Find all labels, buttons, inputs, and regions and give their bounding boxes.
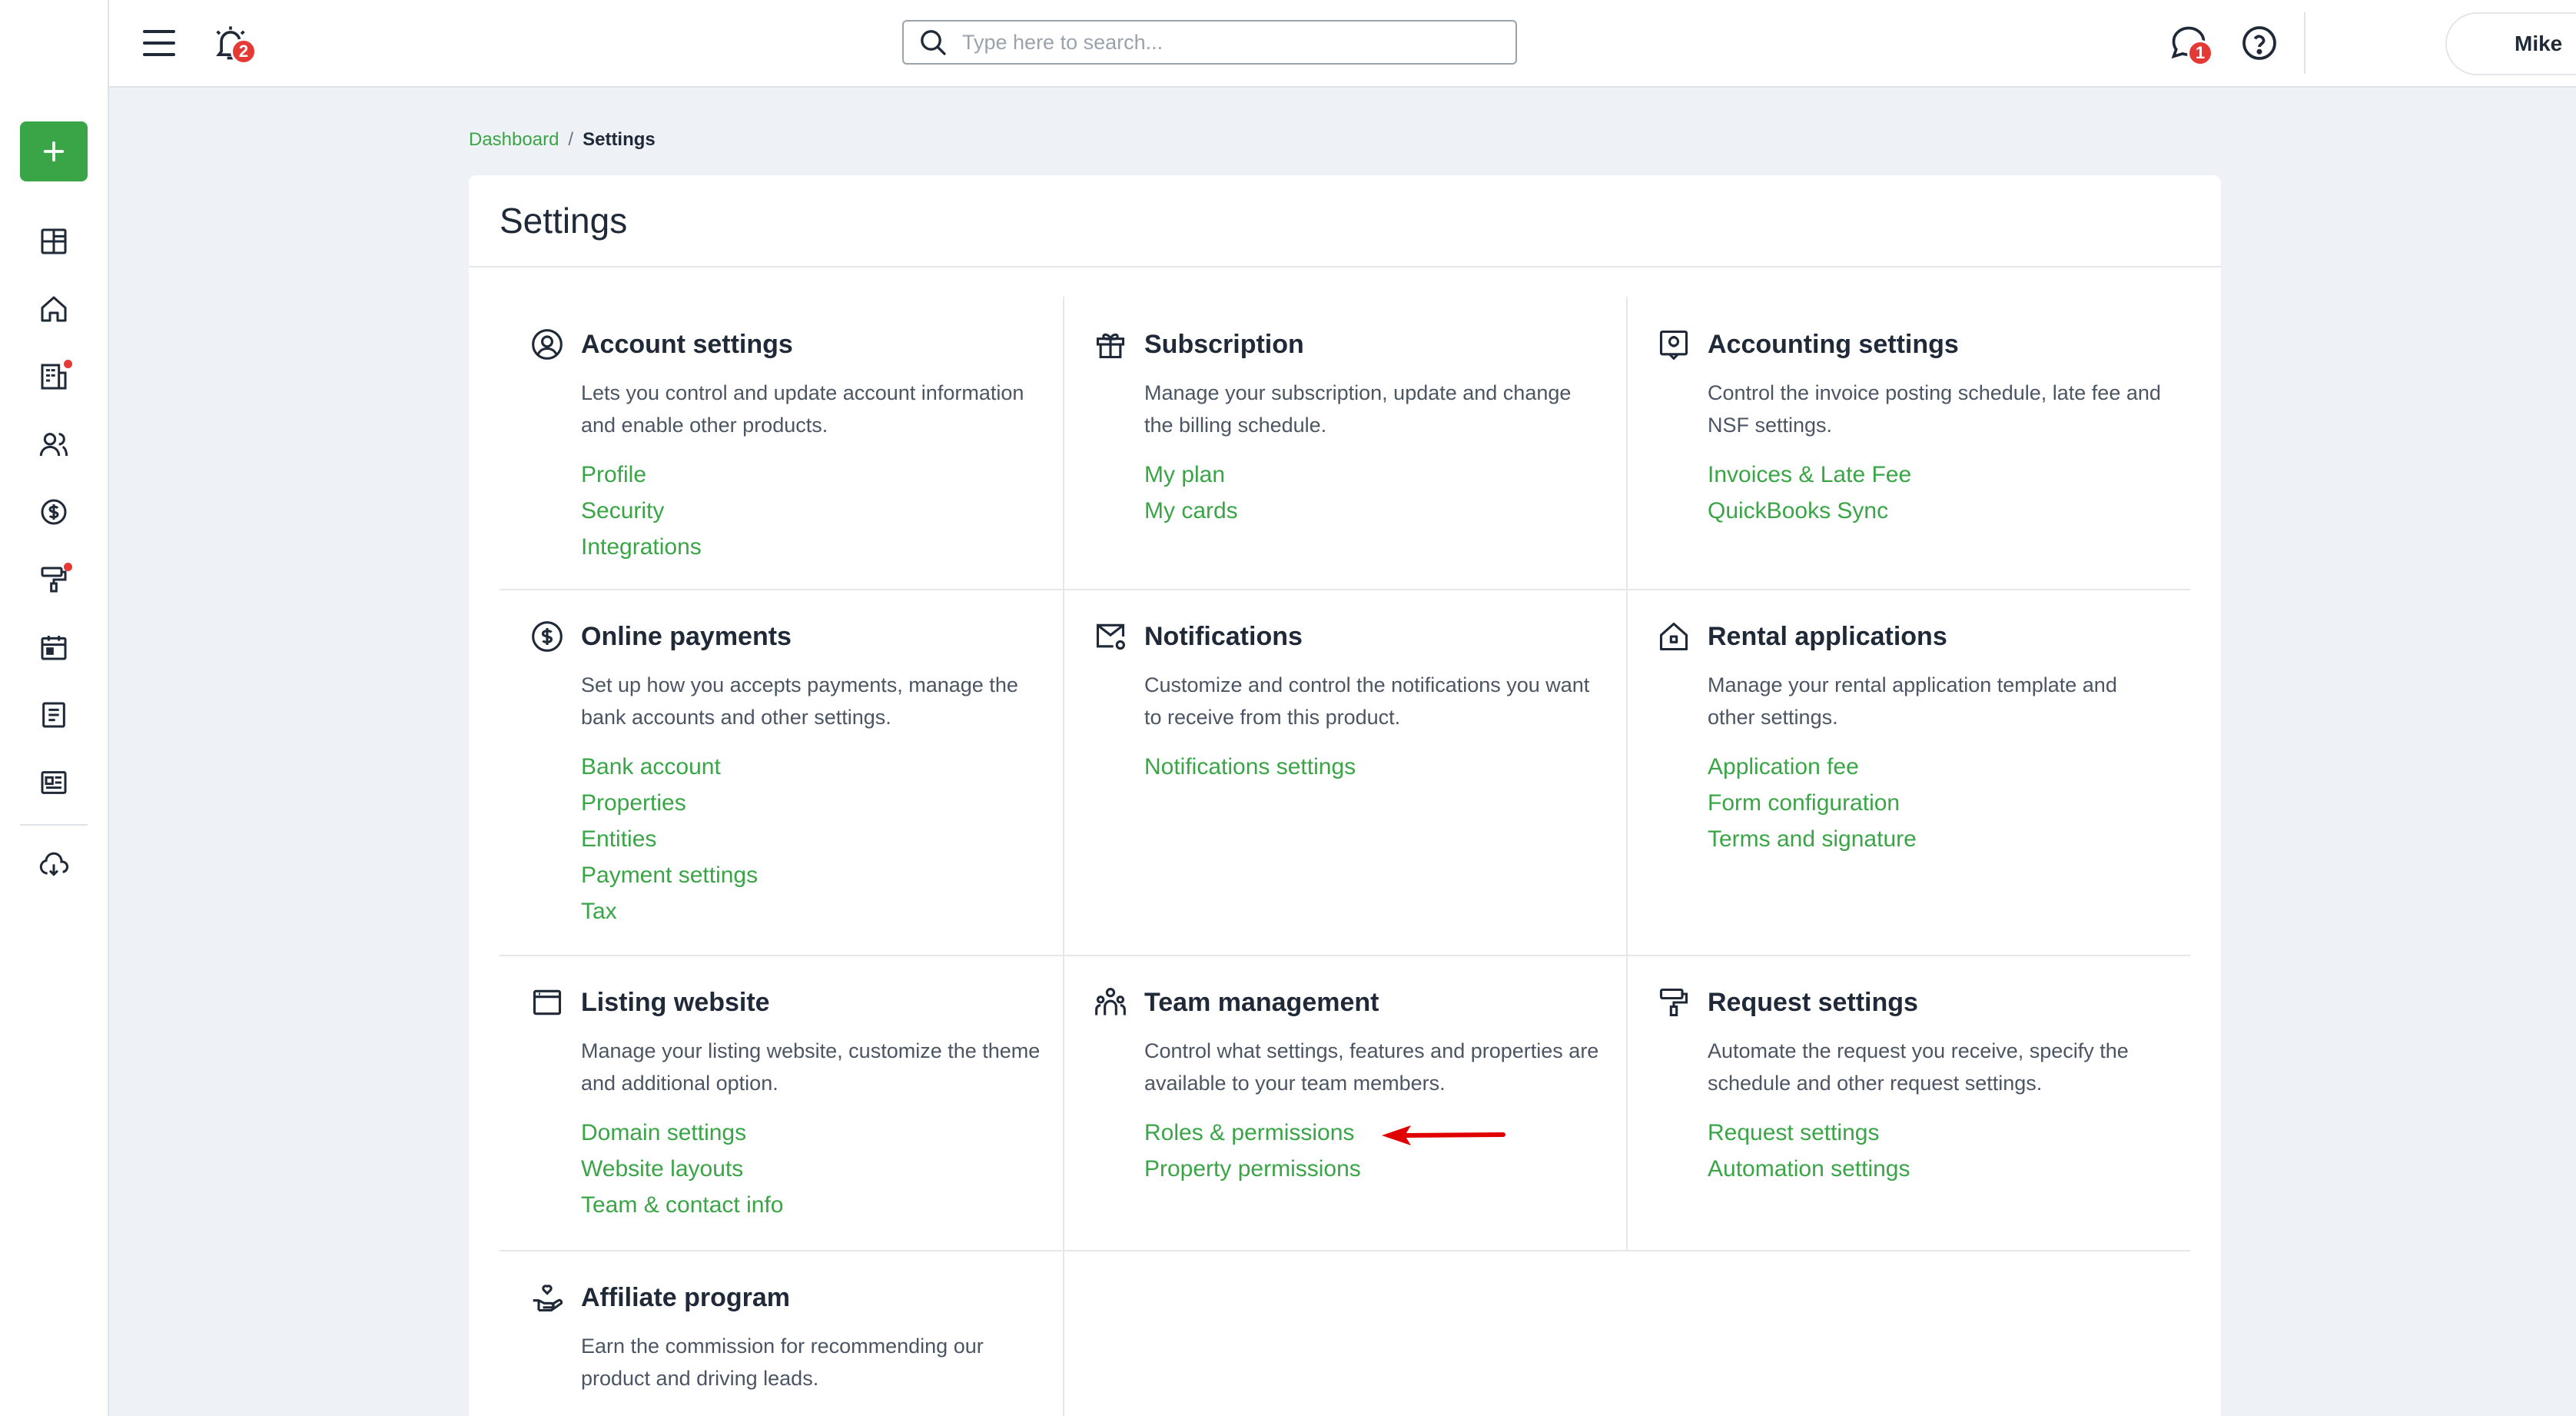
breadcrumb: Dashboard / Settings: [469, 129, 656, 151]
gift-icon: [1094, 327, 1127, 361]
notification-dot: [64, 360, 72, 368]
invoices-late-fee-link[interactable]: Invoices & Late Fee: [1708, 457, 2189, 493]
notifications-settings-link[interactable]: Notifications settings: [1144, 749, 1626, 785]
topbar-divider: [2304, 12, 2305, 74]
sidebar-paint-roller-icon[interactable]: [35, 561, 72, 598]
my-plan-link[interactable]: My plan: [1144, 457, 1626, 493]
dollar-circle-icon: [530, 620, 564, 653]
user-circle-icon: [530, 327, 564, 361]
domain-settings-link[interactable]: Domain settings: [581, 1115, 1063, 1151]
section-title: Listing website: [581, 987, 770, 1017]
section-title: Request settings: [1708, 987, 1918, 1017]
sidebar-dollar-icon[interactable]: [35, 494, 72, 530]
add-button[interactable]: [20, 121, 88, 181]
section-rental-applications: Rental applications Manage your rental a…: [1626, 589, 2189, 857]
section-description: Control the invoice posting schedule, la…: [1708, 381, 2161, 437]
section-description: Manage your subscription, update and cha…: [1144, 381, 1572, 437]
section-online-payments: Online payments Set up how you accepts p…: [500, 589, 1063, 929]
my-cards-link[interactable]: My cards: [1144, 493, 1626, 529]
sidebar-dashboard-icon[interactable]: [35, 223, 72, 260]
topbar: 2 1 Mike: [109, 0, 2576, 88]
section-description: Control what settings, features and prop…: [1144, 1039, 1599, 1095]
profile-link[interactable]: Profile: [581, 457, 1063, 493]
sidebar-home-icon[interactable]: [35, 291, 72, 327]
automation-settings-link[interactable]: Automation settings: [1708, 1151, 2189, 1187]
section-title: Accounting settings: [1708, 329, 1959, 359]
alarm-icon[interactable]: 2: [211, 23, 257, 65]
breadcrumb-current: Settings: [583, 129, 656, 150]
house-icon: [1657, 620, 1691, 653]
quickbooks-sync-link[interactable]: QuickBooks Sync: [1708, 493, 2189, 529]
hand-heart-icon: [530, 1281, 564, 1315]
section-description: Set up how you accepts payments, manage …: [581, 673, 1018, 729]
security-link[interactable]: Security: [581, 493, 1063, 529]
sidebar: [0, 0, 109, 1416]
card-header: Settings: [469, 175, 2221, 268]
sidebar-download-cloud-icon[interactable]: [35, 847, 72, 884]
section-account-settings: Account settings Lets you control and up…: [500, 297, 1063, 565]
settings-card: Settings Account settings Lets you contr…: [469, 175, 2221, 1416]
section-accounting-settings: Accounting settings Control the invoice …: [1626, 297, 2189, 529]
section-notifications: Notifications Customize and control the …: [1063, 589, 1626, 785]
page-title: Settings: [500, 201, 628, 241]
form-configuration-link[interactable]: Form configuration: [1708, 785, 2189, 821]
chat-icon[interactable]: 1: [2169, 23, 2213, 66]
team-contact-info-link[interactable]: Team & contact info: [581, 1187, 1063, 1223]
accounting-icon: [1657, 327, 1691, 361]
entities-link[interactable]: Entities: [581, 821, 1063, 857]
sidebar-calendar-icon[interactable]: [35, 629, 72, 666]
property-permissions-link[interactable]: Property permissions: [1144, 1151, 1626, 1187]
breadcrumb-separator: /: [568, 129, 574, 150]
sidebar-people-icon[interactable]: [35, 426, 72, 463]
section-description: Customize and control the notifications …: [1144, 673, 1590, 729]
payment-settings-link[interactable]: Payment settings: [581, 857, 1063, 893]
user-name: Mike: [2515, 32, 2563, 55]
section-title: Rental applications: [1708, 621, 1947, 651]
paint-roller-icon: [1657, 986, 1691, 1019]
section-request-settings: Request settings Automate the request yo…: [1626, 955, 2189, 1187]
section-title: Notifications: [1144, 621, 1303, 651]
section-title: Affiliate program: [581, 1282, 791, 1312]
bank-account-link[interactable]: Bank account: [581, 749, 1063, 785]
section-subscription: Subscription Manage your subscription, u…: [1063, 297, 1626, 529]
section-description: Automate the request you receive, specif…: [1708, 1039, 2129, 1095]
application-fee-link[interactable]: Application fee: [1708, 749, 2189, 785]
sidebar-newspaper-icon[interactable]: [35, 764, 72, 801]
section-description: Manage your rental application template …: [1708, 673, 2117, 729]
integrations-link[interactable]: Integrations: [581, 529, 1063, 565]
search-icon: [921, 30, 946, 55]
section-title: Account settings: [581, 329, 793, 359]
team-icon: [1094, 986, 1127, 1019]
menu-icon[interactable]: [141, 26, 177, 60]
sidebar-buildings-icon[interactable]: [35, 358, 72, 395]
breadcrumb-dashboard-link[interactable]: Dashboard: [469, 129, 559, 151]
section-description: Lets you control and update account info…: [581, 381, 1024, 437]
section-title: Online payments: [581, 621, 792, 651]
sidebar-document-icon[interactable]: [35, 696, 72, 733]
help-icon[interactable]: [2241, 25, 2278, 61]
section-title: Team management: [1144, 987, 1379, 1017]
annotation-arrow-icon: [1382, 1125, 1505, 1145]
section-title: Subscription: [1144, 329, 1304, 359]
browser-window-icon: [530, 986, 564, 1019]
section-description: Manage your listing website, customize t…: [581, 1039, 1041, 1095]
search-box[interactable]: [902, 20, 1517, 65]
chat-badge: 1: [2187, 40, 2213, 66]
website-layouts-link[interactable]: Website layouts: [581, 1151, 1063, 1187]
plus-icon: [43, 141, 65, 162]
mail-settings-icon: [1094, 620, 1127, 653]
tax-link[interactable]: Tax: [581, 893, 1063, 929]
section-description: Earn the commission for recommending our…: [581, 1335, 984, 1390]
section-team-management: Team management Control what settings, f…: [1063, 955, 1626, 1187]
user-menu[interactable]: Mike: [2445, 12, 2576, 75]
request-settings-link[interactable]: Request settings: [1708, 1115, 2189, 1151]
search-input[interactable]: [962, 30, 1485, 55]
alarm-badge: 2: [231, 38, 257, 65]
terms-signature-link[interactable]: Terms and signature: [1708, 821, 2189, 857]
section-listing-website: Listing website Manage your listing webs…: [500, 955, 1063, 1223]
properties-link[interactable]: Properties: [581, 785, 1063, 821]
notification-dot: [64, 563, 72, 571]
sidebar-divider: [20, 824, 88, 826]
section-affiliate-program: Affiliate program Earn the commission fo…: [500, 1250, 1063, 1394]
